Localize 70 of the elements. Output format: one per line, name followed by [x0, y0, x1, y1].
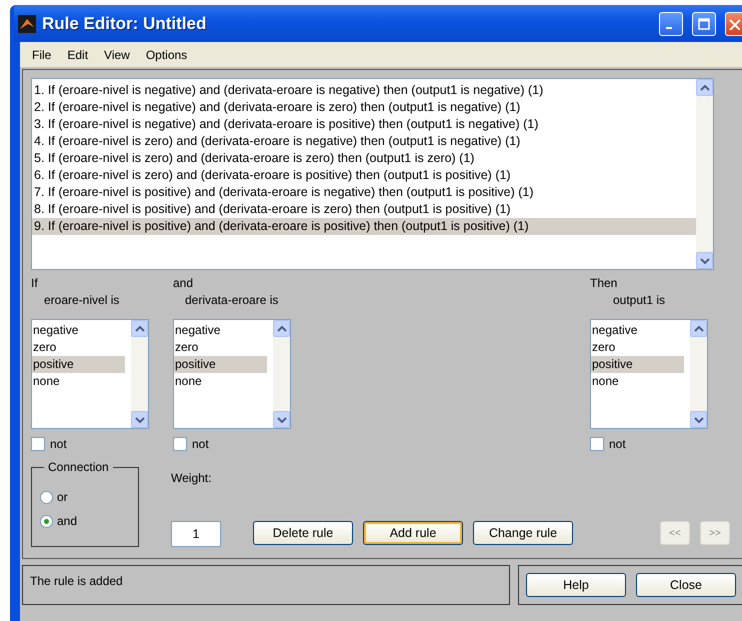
scroll-up-icon[interactable]: [690, 320, 707, 337]
variable-label: derivata-eroare is: [184, 293, 280, 309]
rule-list[interactable]: [31, 78, 714, 270]
checkbox-label: not: [50, 437, 67, 451]
term-listbox[interactable]: negative zero positive none: [590, 319, 708, 429]
term-option[interactable]: none: [174, 373, 267, 390]
scroll-down-icon[interactable]: [690, 411, 707, 428]
radio-button[interactable]: [40, 514, 53, 528]
term-option[interactable]: negative: [174, 322, 267, 339]
term-option[interactable]: positive: [174, 356, 267, 373]
scroll-up-icon[interactable]: [131, 320, 148, 337]
term-option[interactable]: zero: [591, 339, 684, 356]
menu-item[interactable]: Options: [138, 48, 196, 62]
term-option[interactable]: zero: [32, 339, 125, 356]
rule-row[interactable]: 9. If (eroare-nivel is positive) and (derivata-eroare is positive) then (output1 is positive) (1): [32, 218, 696, 235]
scroll-up-icon[interactable]: [696, 79, 713, 96]
close-icon: [728, 18, 740, 30]
menu-item[interactable]: View: [96, 48, 138, 62]
not-checkbox[interactable]: [173, 437, 187, 451]
rule-row[interactable]: 7. If (eroare-nivel is positive) and (derivata-eroare is negative) then (output1 is positive) (1): [32, 184, 696, 201]
rule-row[interactable]: 5. If (eroare-nivel is zero) and (derivata-eroare is zero) then (output1 is zero) (1): [32, 150, 696, 167]
weight-label: Weight:: [171, 471, 212, 485]
status-message: The rule is added: [22, 565, 510, 605]
scroll-down-icon[interactable]: [696, 252, 713, 269]
group-title: Connection: [44, 460, 113, 474]
not-checkbox[interactable]: [31, 437, 45, 451]
checkbox-label: not: [192, 437, 209, 451]
menu-item[interactable]: File: [24, 48, 60, 62]
column-heading: If: [31, 276, 39, 292]
scroll-down-icon[interactable]: [131, 411, 148, 428]
column-heading: and: [173, 276, 194, 292]
minimize-button[interactable]: [659, 12, 683, 36]
not-checkbox[interactable]: [590, 437, 604, 451]
variable-label: eroare-nivel is: [43, 293, 120, 309]
term-option[interactable]: zero: [174, 339, 267, 356]
term-option[interactable]: none: [591, 373, 684, 390]
dialog-button[interactable]: Help: [526, 573, 626, 597]
rule-row[interactable]: 4. If (eroare-nivel is zero) and (derivata-eroare is negative) then (output1 is negative) (1): [32, 133, 696, 150]
rule-row[interactable]: 2. If (eroare-nivel is negative) and (derivata-eroare is zero) then (output1 is negative) (1): [32, 99, 696, 116]
checkbox-label: not: [609, 437, 626, 451]
term-option[interactable]: negative: [591, 322, 684, 339]
radio-button[interactable]: [40, 490, 53, 504]
scroll-up-icon[interactable]: [273, 320, 290, 337]
column-heading: Then: [590, 276, 618, 292]
weight-field[interactable]: 1: [171, 521, 221, 547]
rule-button[interactable]: Add rule: [363, 521, 463, 545]
scroll-down-icon[interactable]: [273, 411, 290, 428]
rule-button[interactable]: Change rule: [473, 521, 573, 545]
menu-item[interactable]: Edit: [59, 48, 96, 62]
rule-row[interactable]: 3. If (eroare-nivel is negative) and (derivata-eroare is positive) then (output1 is negative) (1): [32, 116, 696, 133]
term-option[interactable]: none: [32, 373, 125, 390]
close-button[interactable]: [725, 12, 742, 36]
dialog-button[interactable]: Close: [636, 573, 736, 597]
maximize-button[interactable]: [692, 12, 716, 36]
rule-button[interactable]: Delete rule: [253, 521, 353, 545]
radio-label: or: [57, 490, 68, 504]
rule-row[interactable]: 8. If (eroare-nivel is positive) and (derivata-eroare is zero) then (output1 is positive) (1): [32, 201, 696, 218]
window-title: Rule Editor: Untitled: [42, 14, 208, 34]
minimize-icon: [666, 26, 672, 28]
rule-row[interactable]: 1. If (eroare-nivel is negative) and (derivata-eroare is negative) then (output1 is negative) (1): [32, 82, 696, 99]
rule-row[interactable]: 6. If (eroare-nivel is zero) and (derivata-eroare is positive) then (output1 is positive) (1): [32, 167, 696, 184]
radio-label: and: [57, 514, 78, 528]
term-option[interactable]: positive: [32, 356, 125, 373]
app-icon: [18, 14, 36, 32]
maximize-icon: [698, 18, 710, 30]
term-option[interactable]: positive: [591, 356, 684, 373]
term-option[interactable]: negative: [32, 322, 125, 339]
term-listbox[interactable]: negative zero positive none: [173, 319, 291, 429]
term-listbox[interactable]: negative zero positive none: [31, 319, 149, 429]
variable-label: output1 is: [612, 293, 666, 309]
